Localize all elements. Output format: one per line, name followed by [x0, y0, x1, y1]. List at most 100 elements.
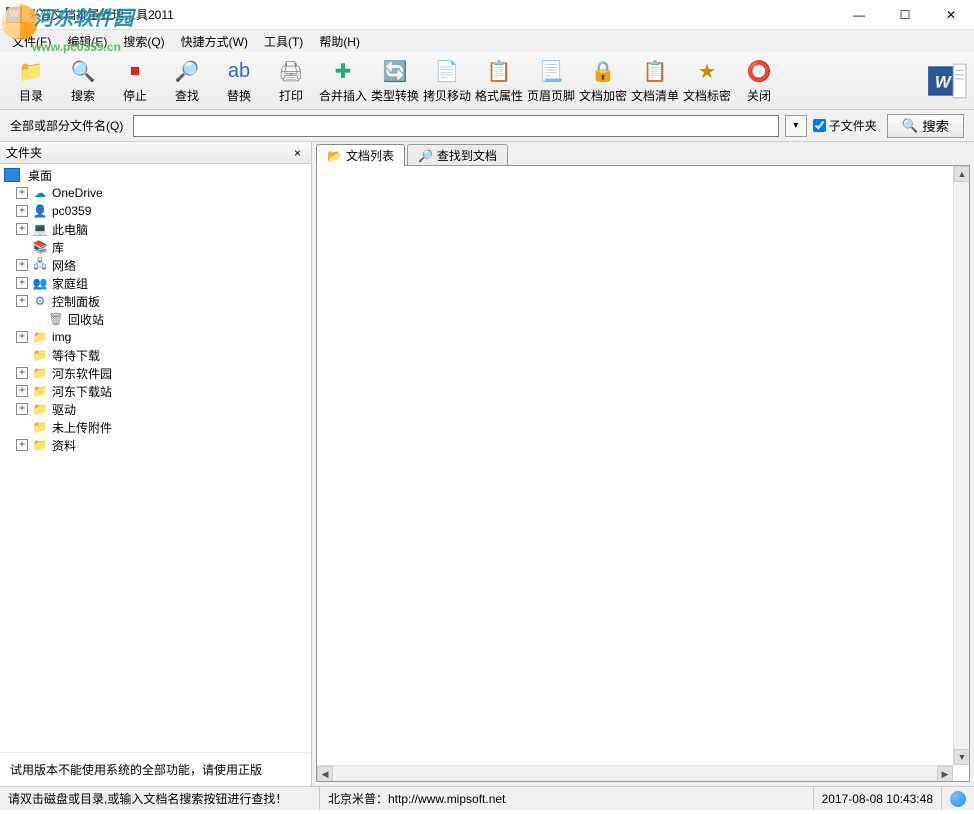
search-icon: 🔍: [69, 57, 97, 85]
header-footer-button[interactable]: 📃 页眉页脚: [526, 55, 576, 107]
folder-tree-pane: 文件夹 × 桌面 +☁OneDrive+👤pc0359+💻此电脑📚库+🖧网络+👥…: [0, 142, 312, 786]
merge-insert-icon: ✚: [329, 57, 357, 85]
doc-secret-icon: ★: [693, 57, 721, 85]
dropdown-toggle-icon[interactable]: ▾: [785, 115, 807, 137]
tree-item-等待下载[interactable]: 📁等待下载: [0, 346, 311, 364]
statusbar: 请双击磁盘或目录,或输入文档名搜索按钮进行查找！ 北京米普：http://www…: [0, 786, 974, 810]
type-convert-label: 类型转换: [371, 87, 419, 104]
tree-item-OneDrive[interactable]: +☁OneDrive: [0, 184, 311, 202]
expand-icon[interactable]: +: [16, 205, 28, 217]
tree-item-pc0359[interactable]: +👤pc0359: [0, 202, 311, 220]
document-list-area[interactable]: ▲ ▼ ◀ ▶: [316, 165, 970, 782]
doc-list-button[interactable]: 📋文档清单: [630, 55, 680, 107]
scroll-left-icon[interactable]: ◀: [317, 766, 333, 782]
expand-icon[interactable]: +: [16, 295, 28, 307]
svg-text:W: W: [935, 72, 953, 91]
copy-move-button[interactable]: 📄拷贝移动: [422, 55, 472, 107]
expand-icon[interactable]: +: [16, 259, 28, 271]
doc-encrypt-icon: 🔒: [589, 57, 617, 85]
tree-item-控制面板[interactable]: +⚙控制面板: [0, 292, 311, 310]
close-button[interactable]: ✕: [928, 0, 974, 30]
minimize-button[interactable]: —: [836, 0, 882, 30]
directory-button[interactable]: 📁目录: [6, 55, 56, 107]
subfolder-checkbox-wrap[interactable]: 子文件夹: [813, 117, 877, 134]
search-button[interactable]: 🔍 搜索: [887, 114, 964, 138]
stop-label: 停止: [123, 87, 147, 104]
subfolder-checkbox[interactable]: [813, 119, 826, 132]
expand-icon[interactable]: +: [16, 367, 28, 379]
menu-search[interactable]: 搜索(Q): [115, 31, 172, 52]
format-attr-button[interactable]: 📋格式属性: [474, 55, 524, 107]
find-button[interactable]: 🔎查找: [162, 55, 212, 107]
found-docs-tab[interactable]: 🔎查找到文档: [407, 144, 508, 166]
menu-shortcut[interactable]: 快捷方式(W): [173, 31, 256, 52]
search-icon: 🔍: [902, 118, 919, 134]
header-footer-icon: 📃: [537, 57, 565, 85]
tree-item-资料[interactable]: +📁资料: [0, 436, 311, 454]
replace-button[interactable]: ab替换: [214, 55, 264, 107]
scroll-up-icon[interactable]: ▲: [954, 166, 970, 182]
vertical-scrollbar[interactable]: ▲ ▼: [953, 166, 969, 765]
tree-item-此电脑[interactable]: +💻此电脑: [0, 220, 311, 238]
folder-pane-title: 文件夹: [6, 144, 42, 161]
menubar: 文件(F) 编辑(E) 搜索(Q) 快捷方式(W) 工具(T) 帮助(H): [0, 30, 974, 52]
tree-item-河东下载站[interactable]: +📁河东下载站: [0, 382, 311, 400]
doc-encrypt-button[interactable]: 🔒文档加密: [578, 55, 628, 107]
expand-icon[interactable]: +: [16, 277, 28, 289]
replace-icon: ab: [225, 57, 253, 85]
item-icon: ⚙: [32, 293, 48, 309]
doc-list-icon: 📋: [641, 57, 669, 85]
status-globe: [942, 787, 974, 810]
print-button[interactable]: 🖨打印: [266, 55, 316, 107]
menu-help[interactable]: 帮助(H): [311, 31, 368, 52]
doc-secret-button[interactable]: ★文档标密: [682, 55, 732, 107]
tree-item-河东软件园[interactable]: +📁河东软件园: [0, 364, 311, 382]
doc-list-tab[interactable]: 📂 文档列表: [316, 144, 405, 166]
expand-icon[interactable]: +: [16, 385, 28, 397]
menu-file[interactable]: 文件(F): [4, 31, 59, 52]
search-button[interactable]: 🔍搜索: [58, 55, 108, 107]
item-icon: 📁: [32, 383, 48, 399]
item-icon: 💻: [32, 221, 48, 237]
tree-item-驱动[interactable]: +📁驱动: [0, 400, 311, 418]
maximize-button[interactable]: ☐: [882, 0, 928, 30]
scroll-right-icon[interactable]: ▶: [937, 766, 953, 782]
item-icon: 🗑: [48, 311, 64, 327]
close-icon: ⭕: [745, 57, 773, 85]
tab-label: 查找到文档: [437, 147, 497, 164]
expand-icon[interactable]: +: [16, 223, 28, 235]
expand-icon[interactable]: +: [16, 439, 28, 451]
tree-item-网络[interactable]: +🖧网络: [0, 256, 311, 274]
menu-tools[interactable]: 工具(T): [256, 31, 311, 52]
tree-item-未上传附件[interactable]: 📁未上传附件: [0, 418, 311, 436]
item-icon: 🖧: [32, 257, 48, 273]
filename-input[interactable]: [133, 115, 778, 137]
tree-root-desktop[interactable]: 桌面: [0, 166, 311, 184]
tree-item-img[interactable]: +📁img: [0, 328, 311, 346]
header-footer-label: 页眉页脚: [527, 87, 575, 104]
item-label: pc0359: [52, 204, 91, 218]
tree-item-家庭组[interactable]: +👥家庭组: [0, 274, 311, 292]
merge-insert-button[interactable]: ✚合并插入: [318, 55, 368, 107]
expand-icon[interactable]: +: [16, 403, 28, 415]
type-convert-button[interactable]: 🔄 类型转换: [370, 55, 420, 107]
menu-edit[interactable]: 编辑(E): [59, 31, 115, 52]
expand-icon[interactable]: +: [16, 187, 28, 199]
close-button[interactable]: ⭕关闭: [734, 55, 784, 107]
copy-move-label: 拷贝移动: [423, 87, 471, 104]
item-icon: 📁: [32, 329, 48, 345]
tree-item-库[interactable]: 📚库: [0, 238, 311, 256]
tree-item-回收站[interactable]: 🗑回收站: [0, 310, 311, 328]
stop-button[interactable]: ⏹停止: [110, 55, 160, 107]
tab-icon: 📂: [327, 149, 342, 163]
expand-icon[interactable]: +: [16, 331, 28, 343]
scroll-down-icon[interactable]: ▼: [954, 749, 970, 765]
tab-label: 文档列表: [346, 147, 394, 164]
item-icon: 📁: [32, 347, 48, 363]
item-icon: 📁: [32, 365, 48, 381]
folder-tree[interactable]: 桌面 +☁OneDrive+👤pc0359+💻此电脑📚库+🖧网络+👥家庭组+⚙控…: [0, 164, 311, 752]
horizontal-scrollbar[interactable]: ◀ ▶: [317, 765, 953, 781]
pane-close-icon[interactable]: ×: [290, 146, 305, 160]
type-convert-icon: 🔄: [381, 57, 409, 85]
window-title: 米普文档批量处理工具2011: [28, 6, 836, 23]
